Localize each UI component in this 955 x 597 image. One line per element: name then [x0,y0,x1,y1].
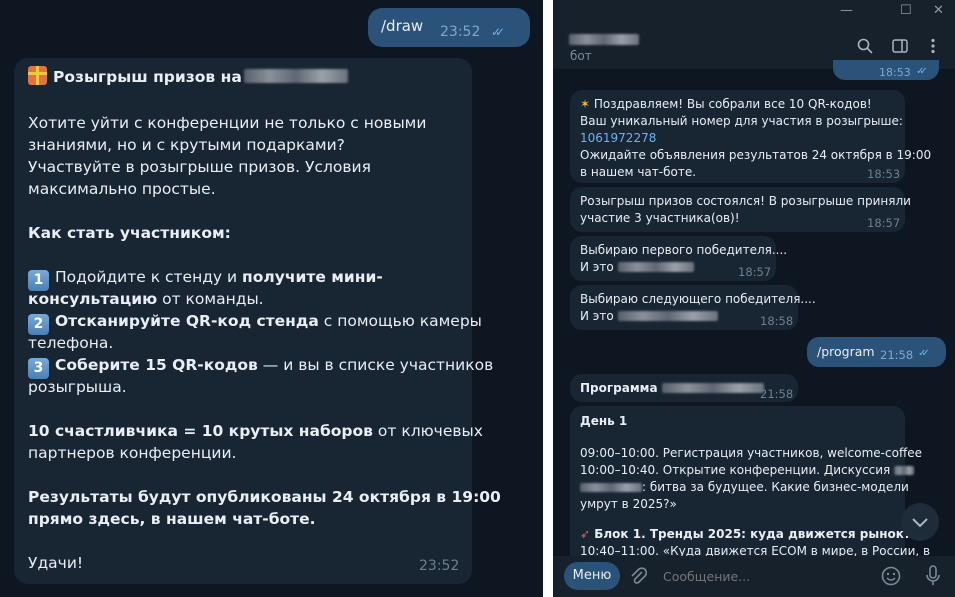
step-1-cont: консультацию от команды. [28,290,264,308]
read-check-icon: ✓✓ [491,25,505,39]
maximize-icon[interactable]: ☐ [900,3,912,18]
draw-held-message[interactable]: Розыгрыш призов состоялся! В розыгрыше п… [570,187,911,232]
good-luck-text: Удачи! [28,554,84,572]
day-title: День 1 [580,414,628,428]
how-title: Как стать участником: [28,224,231,242]
step-3-cont: розыгрыша. [28,378,127,396]
redacted-winner [617,311,718,321]
message-time: 21:58 [760,387,794,401]
intro-line-2: знаниями, но и с крутыми подарками? [28,136,345,154]
message-time: 23:52 [440,24,481,40]
scroll-down-button[interactable] [901,503,939,541]
window-titlebar: — ☐ ✕ [553,0,955,26]
message-text: /draw [381,17,424,35]
read-check-icon: ✓✓ [916,66,928,77]
emoji-icon[interactable] [881,566,901,590]
outgoing-program-message[interactable]: /program 21:58 ✓✓ [807,337,946,367]
lucky-line-cont: партнеров конференции. [28,444,237,462]
party-popper-icon: ✶ [580,97,591,111]
message-time: 18:53 [867,167,901,181]
message-time: 23:52 [419,558,460,574]
redacted-bot-name [569,34,639,45]
read-check-icon: ✓✓ [918,348,930,359]
message-time: 18:57 [738,265,772,279]
first-winner-message[interactable]: Выбираю первого победителя.... И это 18:… [570,236,787,281]
message-composer: Меню [553,556,955,597]
minimize-icon[interactable]: — [840,3,853,18]
previous-outgoing-message[interactable]: 18:53 ✓✓ [833,60,939,80]
right-chat-window: — ☐ ✕ бот 18:53 ✓✓ ✶ Поздравляем! Вы соб… [553,0,955,597]
intro-line-1: Хотите уйти с конференции не только с но… [28,114,427,132]
redacted-winner [617,262,694,272]
prize-draw-message[interactable]: Розыгрыш призов на Хотите уйти с конфере… [14,58,501,584]
message-input[interactable] [663,566,863,586]
step-2-cont: телефона. [28,334,114,352]
sidebar-toggle-icon[interactable] [892,38,908,58]
redacted-text [580,483,642,492]
lucky-line: 10 счастливчика = 10 крутых наборов от к… [28,422,483,440]
redacted-name [243,69,348,83]
left-chat-panel: /draw 23:52 ✓✓ Розыгрыш призов на Хотите… [0,0,543,597]
close-icon[interactable]: ✕ [933,3,944,18]
redacted-text [894,466,915,475]
prize-title: Розыгрыш призов на [53,68,242,86]
program-title-message[interactable]: Программа 21:58 [570,374,798,402]
next-winner-message[interactable]: Выбираю следующего победителя.... И это … [570,285,816,330]
participant-number-link[interactable]: 1061972278 [580,130,656,147]
results-line-1: Результаты будут опубликованы 24 октября… [28,488,501,506]
more-options-icon[interactable] [930,38,936,58]
intro-line-4: максимально простые. [28,180,216,198]
results-line-2: прямо здесь, в нашем чат-боте. [28,510,316,528]
outgoing-draw-message[interactable]: /draw 23:52 ✓✓ [368,8,530,47]
chat-subtitle: бот [570,49,592,63]
message-time: 18:53 [879,66,911,79]
rocket-icon: ➶ [580,527,591,541]
message-time: 18:57 [867,216,901,230]
message-text: /program [817,344,875,359]
redacted-name [661,383,764,393]
attach-icon[interactable] [629,566,648,590]
intro-line-3: Участвуйте в розыгрыше призов. Условия [28,158,371,176]
message-time: 21:58 [880,348,914,362]
microphone-icon[interactable] [925,565,941,591]
menu-button[interactable]: Меню [564,562,620,590]
message-time: 18:58 [760,314,794,328]
search-icon[interactable] [857,38,873,58]
schedule-message[interactable]: День 1 09:00–10:00. Регистрация участник… [570,406,930,576]
congrats-message[interactable]: ✶ Поздравляем! Вы собрали все 10 QR-кодо… [570,90,931,183]
gift-icon [28,66,47,85]
